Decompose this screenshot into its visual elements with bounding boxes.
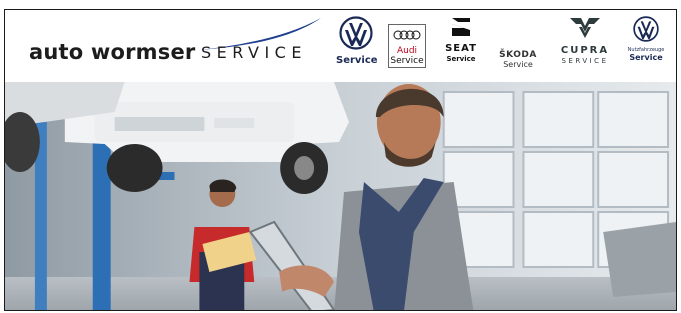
audi-service-brand: Audi Service — [388, 24, 426, 68]
auto-wormser-logo-text: auto wormser — [29, 40, 196, 64]
vw-service-caption: Service — [336, 55, 378, 66]
service-logo-text: SERVICE — [201, 43, 307, 62]
banner: auto wormser SERVICE Service Audi Servic… — [4, 9, 677, 311]
audi-service-caption: Service — [390, 56, 424, 66]
cupra-logo-icon — [570, 18, 600, 38]
vw-logo-icon — [633, 16, 659, 42]
seat-service-brand: SEAT Service — [443, 16, 479, 64]
vw-nutzfahrzeuge-service-caption: Service — [629, 53, 663, 62]
vw-service-brand: Service — [336, 16, 378, 66]
seat-logo-icon — [452, 18, 470, 36]
audi-brand-caption: Audi — [396, 46, 418, 56]
vw-logo-icon — [339, 16, 373, 50]
cupra-wordmark: CUPRA — [560, 45, 610, 56]
vw-nutzfahrzeuge-service-brand: Nutzfahrzeuge Service — [625, 16, 667, 63]
workshop-mechanics-photo — [5, 82, 676, 310]
banner-header: auto wormser SERVICE Service Audi Servic… — [5, 10, 676, 82]
seat-wordmark: SEAT — [445, 43, 477, 54]
skoda-service-caption: Service — [503, 60, 533, 69]
cupra-service-caption: SERVICE — [561, 57, 609, 65]
seat-service-caption: Service — [446, 55, 476, 63]
audi-rings-icon — [393, 30, 421, 40]
skoda-service-brand: ŠKODA Service — [492, 50, 544, 70]
cupra-service-brand: CUPRA SERVICE — [556, 16, 614, 66]
skoda-wordmark: ŠKODA — [499, 50, 537, 60]
